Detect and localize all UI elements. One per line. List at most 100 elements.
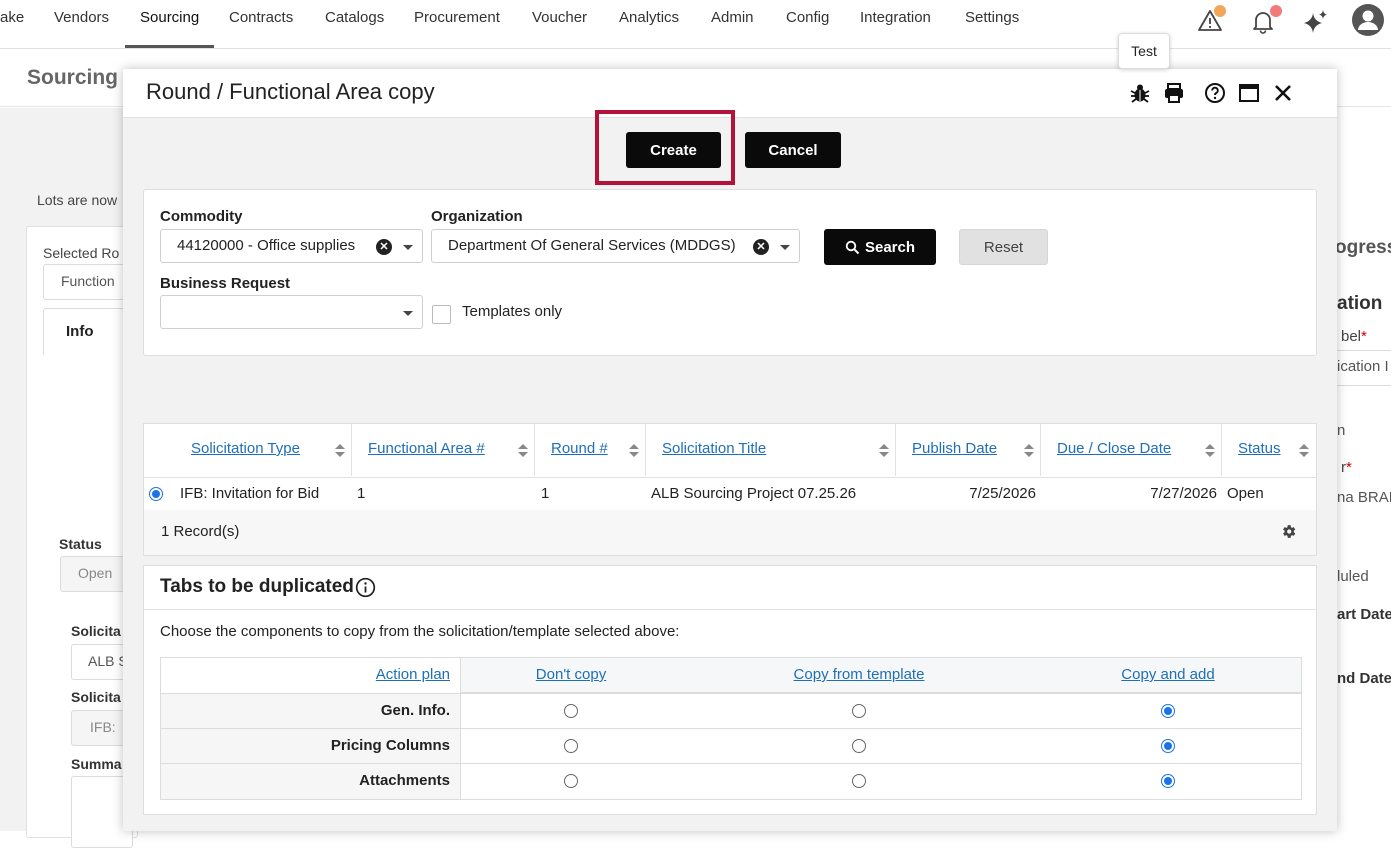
right-value-1: ication I [1337,358,1389,375]
column-header-solicitation-title[interactable]: Solicitation Title [646,424,896,476]
organization-select[interactable]: Department Of General Services (MDDGS) ✕ [431,229,800,263]
gen-info-copy-add-radio[interactable] [1161,704,1175,718]
cell-functional-area: 1 [357,485,366,502]
nav-item-analytics[interactable]: Analytics [619,9,679,26]
copy-and-add-header[interactable]: Copy and add [1121,666,1214,683]
commodity-select[interactable]: 44120000 - Office supplies ✕ [160,229,423,263]
cell-round: 1 [541,485,550,502]
list-item [461,728,1301,763]
column-header-publish-date[interactable]: Publish Date [896,424,1041,476]
chevron-down-icon[interactable] [780,245,790,250]
table-footer: 1 Record(s) [144,510,1316,555]
column-header-label[interactable]: Round # [551,440,608,457]
sort-icon[interactable] [1024,444,1034,458]
attachments-copy-add-radio[interactable] [1161,774,1175,788]
reset-button[interactable]: Reset [959,229,1048,265]
help-icon[interactable] [1203,81,1227,105]
sparkle-icon[interactable] [1302,8,1330,41]
tabs-card-header: Tabs to be duplicated [144,566,1316,610]
pricing-copy-template-radio[interactable] [852,739,866,753]
right-field-1[interactable]: ication I [1337,350,1391,386]
nav-item-contracts[interactable]: Contracts [229,9,293,26]
attachments-copy-template-radio[interactable] [852,774,866,788]
nav-item-settings[interactable]: Settings [965,9,1019,26]
column-header-status[interactable]: Status [1222,424,1316,476]
templates-only-label[interactable]: Templates only [462,303,562,320]
column-header-functional-area[interactable]: Functional Area # [352,424,535,476]
status-value: Open [78,565,113,581]
list-item: Pricing Columns [161,728,461,763]
tabs-section-title: Tabs to be duplicated [160,576,354,597]
nav-item-vendors[interactable]: Vendors [54,9,109,26]
sort-icon[interactable] [1205,444,1215,458]
copy-from-template-header[interactable]: Copy from template [794,666,925,683]
cancel-button[interactable]: Cancel [745,132,841,168]
dont-copy-header[interactable]: Don't copy [536,666,606,683]
tab-info[interactable]: Info [43,308,135,355]
gear-icon[interactable] [1280,523,1297,545]
column-header-label[interactable]: Due / Close Date [1057,440,1171,457]
info-icon[interactable] [355,577,376,603]
column-header-solicitation-type[interactable]: Solicitation Type [144,424,352,476]
grid-header-row: Don't copy Copy from template Copy and a… [461,658,1301,693]
active-nav-indicator [125,45,214,48]
status-label: Status [59,536,102,552]
sort-icon[interactable] [518,444,528,458]
pricing-dont-copy-radio[interactable] [564,739,578,753]
print-icon[interactable] [1162,81,1186,105]
chevron-down-icon[interactable] [403,245,413,250]
column-header-label[interactable]: Solicitation Title [662,440,766,457]
maximize-icon[interactable] [1237,81,1261,105]
bug-icon[interactable] [1128,81,1152,105]
tabs-instruction: Choose the components to copy from the s… [160,623,680,640]
row-label-attachments: Attachments [359,772,450,789]
sort-icon[interactable] [629,444,639,458]
column-header-label[interactable]: Publish Date [912,440,997,457]
create-button[interactable]: Create [626,132,721,168]
organization-clear-icon[interactable]: ✕ [753,239,769,255]
business-request-select[interactable] [160,295,423,329]
column-header-round[interactable]: Round # [535,424,646,476]
alert-badge [1214,5,1226,17]
business-request-label: Business Request [160,275,291,292]
selected-round-label: Selected Ro [43,245,120,261]
column-header-label[interactable]: Functional Area # [368,440,485,457]
pricing-copy-add-radio[interactable] [1161,739,1175,753]
nav-item-sourcing[interactable]: Sourcing [140,9,199,26]
user-avatar-icon[interactable] [1352,4,1384,41]
nav-item-procurement[interactable]: Procurement [414,9,500,26]
nav-item-integration[interactable]: Integration [860,9,931,26]
nav-item-admin[interactable]: Admin [711,9,754,26]
nav-item-catalogs[interactable]: Catalogs [325,9,384,26]
commodity-clear-icon[interactable]: ✕ [376,239,392,255]
gen-info-dont-copy-radio[interactable] [564,704,578,718]
nav-item-voucher[interactable]: Voucher [532,9,587,26]
table-row[interactable]: IFB: Invitation for Bid 1 1 ALB Sourcing… [144,477,1316,511]
action-plan-link[interactable]: Action plan [376,666,450,683]
row-label-gen-info: Gen. Info. [380,702,450,719]
attachments-dont-copy-radio[interactable] [564,774,578,788]
search-button[interactable]: Search [824,229,936,265]
page-title: Sourcing P [27,66,138,89]
selected-round-field[interactable]: Function [43,264,135,300]
sort-icon[interactable] [879,444,889,458]
selected-round-value: Function [61,273,115,289]
sort-icon[interactable] [335,444,345,458]
row-select-radio[interactable] [149,487,163,501]
search-icon [845,240,860,254]
bell-badge [1270,5,1282,17]
gen-info-copy-template-radio[interactable] [852,704,866,718]
chevron-down-icon[interactable] [403,311,413,316]
nav-item-intake[interactable]: ake [0,9,24,26]
templates-only-checkbox[interactable] [432,305,451,324]
column-header-label[interactable]: Solicitation Type [191,440,300,457]
tab-info-label: Info [66,323,94,340]
column-header-label[interactable]: Status [1238,440,1281,457]
close-icon[interactable] [1271,81,1295,105]
sort-icon[interactable] [1299,444,1309,458]
column-header-due-close-date[interactable]: Due / Close Date [1041,424,1222,476]
nav-item-config[interactable]: Config [786,9,829,26]
right-value-4: luled [1337,568,1369,585]
top-nav: ake Vendors Sourcing Contracts Catalogs … [0,0,1391,49]
list-item [461,763,1301,799]
